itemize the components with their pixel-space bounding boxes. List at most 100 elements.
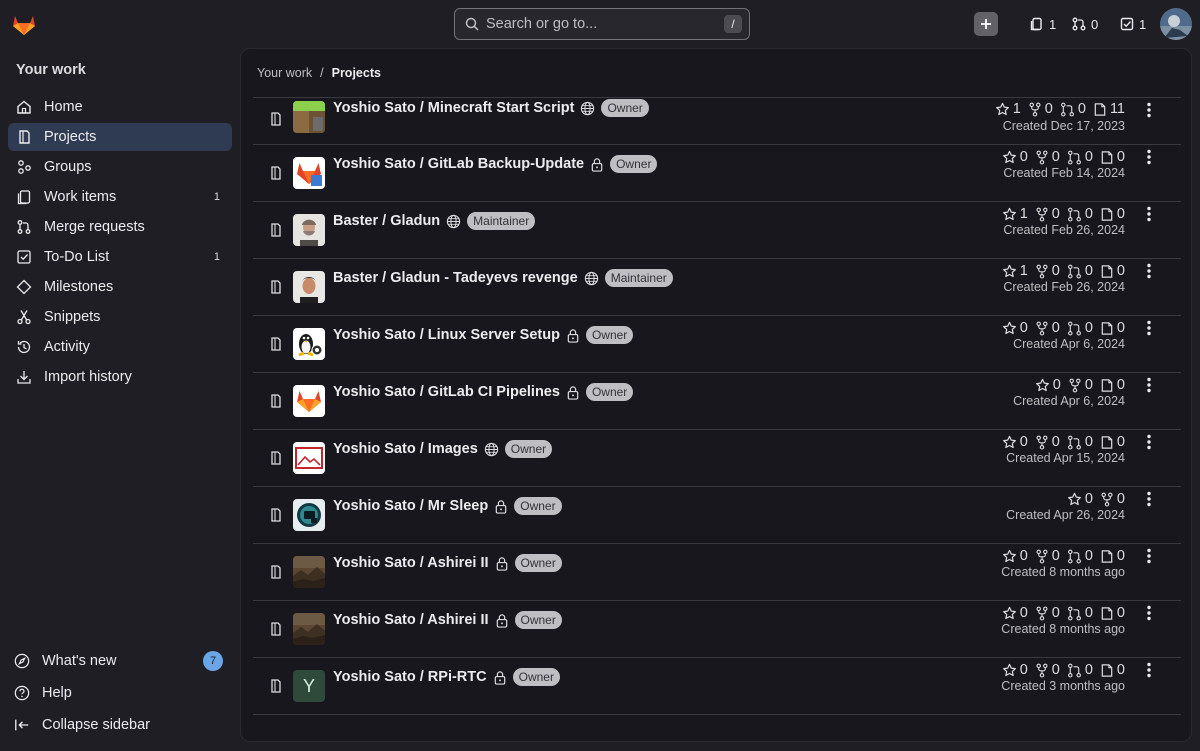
stars-stat[interactable]: 0	[1067, 491, 1093, 507]
forks-stat[interactable]: 0	[1035, 434, 1060, 450]
merge-requests-stat[interactable]: 0	[1067, 320, 1093, 336]
project-avatar[interactable]	[293, 556, 325, 588]
merge-requests-stat[interactable]: 0	[1067, 263, 1093, 279]
project-avatar[interactable]	[293, 271, 325, 303]
sidebar-item-activity[interactable]: Activity	[8, 333, 232, 361]
project-name-link[interactable]: Yoshio Sato / Mr Sleep	[333, 498, 488, 514]
stars-stat[interactable]: 0	[1002, 662, 1028, 678]
create-new-button[interactable]	[974, 12, 998, 36]
forks-stat[interactable]: 0	[1035, 548, 1060, 564]
project-actions-kebab-icon[interactable]	[1141, 432, 1157, 452]
project-actions-kebab-icon[interactable]	[1141, 318, 1157, 338]
sidebar-item-groups[interactable]: Groups	[8, 153, 232, 181]
issues-counter[interactable]: 1	[1030, 14, 1056, 34]
project-name-link[interactable]: Baster / Gladun - Tadeyevs revenge	[333, 270, 578, 286]
project-avatar[interactable]	[293, 328, 325, 360]
stars-stat[interactable]: 0	[1035, 377, 1061, 393]
sidebar-item-import-history[interactable]: Import history	[8, 363, 232, 391]
project-name-link[interactable]: Yoshio Sato / Minecraft Start Script	[333, 100, 574, 116]
stars-stat[interactable]: 0	[1002, 548, 1028, 564]
issues-stat[interactable]: 0	[1100, 263, 1125, 279]
sidebar-item-home[interactable]: Home	[8, 93, 232, 121]
sidebar-item-snippets[interactable]: Snippets	[8, 303, 232, 331]
forks-stat[interactable]: 0	[1068, 377, 1093, 393]
project-name-link[interactable]: Baster / Gladun	[333, 213, 440, 229]
gitlab-logo-icon[interactable]	[10, 10, 38, 38]
merge-requests-stat[interactable]: 0	[1067, 548, 1093, 564]
merge-requests-stat[interactable]: 0	[1067, 605, 1093, 621]
project-row[interactable]: Yoshio Sato / GitLab Backup-Update Owner…	[253, 145, 1181, 202]
issues-stat[interactable]: 0	[1100, 206, 1125, 222]
merge-requests-stat[interactable]: 0	[1067, 434, 1093, 450]
stars-stat[interactable]: 0	[1002, 605, 1028, 621]
forks-stat[interactable]: 0	[1035, 662, 1060, 678]
project-avatar[interactable]	[293, 214, 325, 246]
search-input[interactable]: Search or go to... /	[454, 8, 750, 40]
project-actions-kebab-icon[interactable]	[1141, 546, 1157, 566]
project-name-link[interactable]: Yoshio Sato / Images	[333, 441, 478, 457]
issues-stat[interactable]: 0	[1100, 434, 1125, 450]
project-row[interactable]: Yoshio Sato / Ashirei II Owner 0 0 0 0 C…	[253, 544, 1181, 601]
issues-stat[interactable]: 0	[1100, 548, 1125, 564]
project-name-link[interactable]: Yoshio Sato / Ashirei II	[333, 612, 489, 628]
stars-stat[interactable]: 1	[1002, 206, 1028, 222]
merge-requests-stat[interactable]: 0	[1060, 101, 1086, 117]
help-button[interactable]: Help	[8, 678, 232, 708]
forks-stat[interactable]: 0	[1035, 263, 1060, 279]
merge-requests-stat[interactable]: 0	[1067, 662, 1093, 678]
project-actions-kebab-icon[interactable]	[1141, 100, 1157, 120]
todo-counter[interactable]: 1	[1120, 14, 1146, 34]
stars-stat[interactable]: 1	[1002, 263, 1028, 279]
merge-requests-stat[interactable]: 0	[1067, 206, 1093, 222]
issues-stat[interactable]: 11	[1093, 101, 1125, 117]
sidebar-item-work-items[interactable]: Work items 1	[8, 183, 232, 211]
project-actions-kebab-icon[interactable]	[1141, 489, 1157, 509]
project-actions-kebab-icon[interactable]	[1141, 375, 1157, 395]
sidebar-item-projects[interactable]: Projects	[8, 123, 232, 151]
merge-requests-counter[interactable]: 0	[1072, 14, 1098, 34]
project-row[interactable]: Yoshio Sato / Linux Server Setup Owner 0…	[253, 316, 1181, 373]
project-row[interactable]: Y Yoshio Sato / RPi-RTC Owner 0 0 0 0 Cr…	[253, 658, 1181, 715]
breadcrumb-current[interactable]: Projects	[332, 66, 381, 80]
project-row[interactable]: Yoshio Sato / GitLab CI Pipelines Owner …	[253, 373, 1181, 430]
stars-stat[interactable]: 0	[1002, 149, 1028, 165]
project-actions-kebab-icon[interactable]	[1141, 660, 1157, 680]
issues-stat[interactable]: 0	[1100, 377, 1125, 393]
project-row[interactable]: Baster / Gladun - Tadeyevs revenge Maint…	[253, 259, 1181, 316]
forks-stat[interactable]: 0	[1035, 206, 1060, 222]
project-row[interactable]: Yoshio Sato / Mr Sleep Owner 0 0 Created…	[253, 487, 1181, 544]
project-actions-kebab-icon[interactable]	[1141, 147, 1157, 167]
project-avatar[interactable]	[293, 442, 325, 474]
project-avatar[interactable]	[293, 101, 325, 133]
project-name-link[interactable]: Yoshio Sato / RPi-RTC	[333, 669, 487, 685]
issues-stat[interactable]: 0	[1100, 605, 1125, 621]
project-name-link[interactable]: Yoshio Sato / Linux Server Setup	[333, 327, 560, 343]
issues-stat[interactable]: 0	[1100, 662, 1125, 678]
project-avatar[interactable]	[293, 613, 325, 645]
collapse-sidebar-button[interactable]: Collapse sidebar	[8, 710, 232, 740]
issues-stat[interactable]: 0	[1100, 320, 1125, 336]
project-avatar[interactable]	[293, 157, 325, 189]
merge-requests-stat[interactable]: 0	[1067, 149, 1093, 165]
project-actions-kebab-icon[interactable]	[1141, 261, 1157, 281]
project-name-link[interactable]: Yoshio Sato / GitLab CI Pipelines	[333, 384, 560, 400]
forks-stat[interactable]: 0	[1035, 149, 1060, 165]
project-avatar[interactable]: Y	[293, 670, 325, 702]
forks-stat[interactable]: 0	[1035, 605, 1060, 621]
project-row[interactable]: Yoshio Sato / Ashirei II Owner 0 0 0 0 C…	[253, 601, 1181, 658]
sidebar-item-milestones[interactable]: Milestones	[8, 273, 232, 301]
user-avatar[interactable]	[1160, 8, 1192, 40]
project-avatar[interactable]	[293, 385, 325, 417]
issues-stat[interactable]: 0	[1100, 149, 1125, 165]
project-row[interactable]: Yoshio Sato / Images Owner 0 0 0 0 Creat…	[253, 430, 1181, 487]
sidebar-item-merge-requests[interactable]: Merge requests 1	[8, 213, 232, 241]
project-row[interactable]: Baster / Gladun Maintainer 1 0 0 0 Creat…	[253, 202, 1181, 259]
project-name-link[interactable]: Yoshio Sato / Ashirei II	[333, 555, 489, 571]
stars-stat[interactable]: 0	[1002, 434, 1028, 450]
forks-stat[interactable]: 0	[1028, 101, 1053, 117]
project-avatar[interactable]	[293, 499, 325, 531]
forks-stat[interactable]: 0	[1035, 320, 1060, 336]
project-actions-kebab-icon[interactable]	[1141, 204, 1157, 224]
forks-stat[interactable]: 0	[1100, 491, 1125, 507]
breadcrumb-parent[interactable]: Your work	[257, 66, 312, 80]
